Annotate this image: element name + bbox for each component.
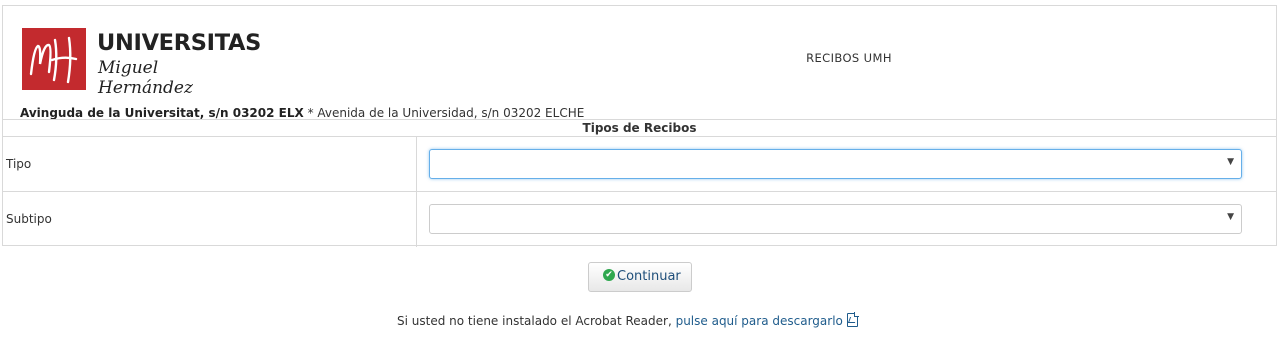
university-address: Avinguda de la Universitat, s/n 03202 EL… [20,106,584,120]
tipo-label: Tipo [6,157,32,171]
acrobat-notice-text: Si usted no tiene instalado el Acrobat R… [397,314,676,328]
pdf-file-icon[interactable] [846,312,859,327]
continue-button[interactable]: ✔ Continuar [588,262,692,292]
address-elche: * Avenida de la Universidad, s/n 03202 E… [303,106,585,120]
page-title: RECIBOS UMH [806,51,892,65]
caret-down-icon: ▼ [1227,212,1234,222]
acrobat-notice: Si usted no tiene instalado el Acrobat R… [397,311,859,328]
continue-button-label: Continuar [617,269,681,284]
logo-word-universitas: UNIVERSITAS [97,30,262,56]
tipo-row: Tipo ▼ [3,137,1276,192]
tipo-select[interactable]: ▼ [429,149,1242,179]
subtipo-label: Subtipo [6,212,52,226]
umh-logo-mark [22,28,86,90]
logo-word-miguel-hernandez: Miguel Hernández [98,58,193,98]
section-title: Tipos de Recibos [582,121,697,135]
address-elx: Avinguda de la Universitat, s/n 03202 EL… [20,106,304,120]
section-header: Tipos de Recibos [3,119,1276,137]
caret-down-icon: ▼ [1227,157,1234,167]
subtipo-row: Subtipo ▼ [3,192,1276,247]
subtipo-select[interactable]: ▼ [429,204,1242,234]
umh-logo: UNIVERSITAS Miguel Hernández [22,28,261,98]
download-acrobat-link[interactable]: pulse aquí para descargarlo [676,314,843,328]
column-divider [416,137,417,191]
receipt-form-panel: UNIVERSITAS Miguel Hernández RECIBOS UMH… [2,5,1277,247]
column-divider [416,192,417,247]
check-circle-icon: ✔ [603,269,615,281]
